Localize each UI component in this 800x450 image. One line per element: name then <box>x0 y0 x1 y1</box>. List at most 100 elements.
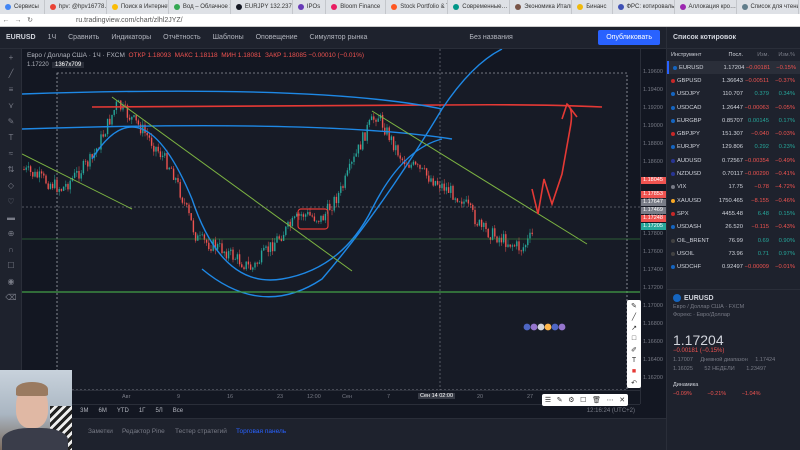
compare-button[interactable]: Сравнить <box>62 27 105 49</box>
lock-drawing-icon[interactable]: ☐ <box>580 396 586 404</box>
bottom-tab[interactable]: Заметки <box>88 428 113 435</box>
browser-tab[interactable]: Поиск в Интернете <box>107 0 169 14</box>
ruler-icon[interactable]: ▬ <box>0 209 22 225</box>
range-button[interactable]: 3М <box>75 408 93 414</box>
watchlist-title[interactable]: Список котировок <box>667 27 800 49</box>
price-chart[interactable]: Евро / Доллар США · 1Ч · FXCM ОТКР 1.180… <box>22 49 640 404</box>
layout-name[interactable]: Без названия <box>463 27 518 49</box>
url-field[interactable]: ru.tradingview.com/chart/zlhl2JYZ/ <box>76 17 183 24</box>
header-last[interactable]: Посл. <box>713 52 744 58</box>
browser-tab[interactable]: Stock Portfolio & Tr… <box>386 0 449 14</box>
undo-icon[interactable]: ↶ <box>627 377 641 388</box>
candle-body <box>445 187 448 191</box>
browser-tab[interactable]: ФРС: котировальны… <box>613 0 675 14</box>
price-tick: 1.18600 <box>643 159 663 165</box>
horizontal-line-icon[interactable]: ≡ <box>0 81 22 97</box>
tab-label: Современные… <box>462 4 508 10</box>
browser-tab[interactable]: Аллокация кро… <box>675 0 737 14</box>
range-button[interactable]: 6М <box>94 408 112 414</box>
candle-body <box>500 237 503 243</box>
browser-tab[interactable]: Вод – Облачное хр… <box>169 0 231 14</box>
heart-icon[interactable]: ♡ <box>0 193 22 209</box>
back-icon[interactable]: ← <box>0 17 12 24</box>
prediction-icon[interactable]: ⇅ <box>0 161 22 177</box>
pen-icon[interactable]: ✐ <box>627 344 641 355</box>
watchlist-row[interactable]: NZDUSD 0.70117 −0.00290 −0.41% <box>667 167 800 180</box>
trash-icon[interactable]: ⌫ <box>0 289 22 305</box>
pitchfork-icon[interactable]: ⋎ <box>0 97 22 113</box>
forward-icon[interactable]: → <box>12 17 24 24</box>
close-icon[interactable]: ✕ <box>619 396 625 404</box>
browser-tab[interactable]: Сервисы <box>0 0 45 14</box>
bottom-tab[interactable]: Тестер стратегий <box>175 428 227 435</box>
line-icon[interactable]: ╱ <box>627 311 641 322</box>
browser-tab[interactable]: Список для чтения <box>737 0 799 14</box>
details-symbol-row[interactable]: EURUSD <box>673 294 795 302</box>
more-icon[interactable]: ⋯ <box>607 396 614 404</box>
browser-tab[interactable]: EURJPY 132.237… <box>231 0 293 14</box>
watchlist-row[interactable]: OIL_BRENT 76.99 0.69 0.90% <box>667 234 800 247</box>
pattern-icon[interactable]: ≈ <box>0 145 22 161</box>
publish-button[interactable]: Опубликовать <box>598 30 660 45</box>
watchlist-row[interactable]: VIX 17.75 −0.78 −4.72% <box>667 181 800 194</box>
watchlist-row[interactable]: GBPUSD 1.36643 −0.00511 −0.37% <box>667 74 800 87</box>
watchlist-row[interactable]: USDCAD 1.26447 −0.00063 −0.05% <box>667 101 800 114</box>
candle-body <box>73 172 76 178</box>
browser-tab[interactable]: Bloom Finance <box>326 0 387 14</box>
bottom-tab[interactable]: Редактор Pine <box>122 428 165 435</box>
watchlist-row[interactable]: USDASH 26.520 −0.115 −0.43% <box>667 221 800 234</box>
range-button[interactable]: Все <box>168 408 188 414</box>
range-button[interactable]: 1Г <box>134 408 151 414</box>
interval-button[interactable]: 1Ч <box>42 27 63 49</box>
red-color-icon[interactable]: ■ <box>627 366 641 377</box>
browser-tab[interactable]: Экономика Итали… <box>510 0 573 14</box>
shapes-icon[interactable]: ◇ <box>0 177 22 193</box>
browser-tab[interactable]: IPOs <box>293 0 327 14</box>
symbol-search-button[interactable]: EURUSD <box>0 27 42 49</box>
templates-button[interactable]: Шаблоны <box>207 27 250 49</box>
replay-button[interactable]: Симулятор рынка <box>304 27 374 49</box>
delete-drawing-icon[interactable]: 🗑 <box>592 396 601 404</box>
ray-icon[interactable]: ↗ <box>627 322 641 333</box>
watchlist-row[interactable]: EURUSD 1.17204 −0.00181 −0.15% <box>667 61 800 75</box>
browser-tab[interactable]: hpv: @hpv16778… <box>45 0 107 14</box>
text-tool-icon[interactable]: T <box>627 355 641 366</box>
watchlist-row[interactable]: AUDUSD 0.72567 −0.00354 −0.49% <box>667 154 800 167</box>
text-icon[interactable]: T <box>0 129 22 145</box>
watchlist-row[interactable]: EURGBP 0.85707 0.00145 0.17% <box>667 114 800 127</box>
price-scale[interactable]: 1.19600 1.19400 1.19200 1.19000 1.18800 1.186… <box>640 49 667 404</box>
reload-icon[interactable]: ↻ <box>24 16 36 24</box>
range-button[interactable]: YTD <box>112 408 134 414</box>
indicators-button[interactable]: Индикаторы <box>105 27 157 49</box>
watchlist-row[interactable]: XAUUSD 1750.465 −8.155 −0.46% <box>667 194 800 207</box>
watchlist-row[interactable]: SPX 4455.48 6.48 0.15% <box>667 207 800 220</box>
browser-tab[interactable]: Бинанс <box>572 0 613 14</box>
zoom-icon[interactable]: ⊕ <box>0 225 22 241</box>
crosshair-icon[interactable]: + <box>0 49 22 65</box>
eye-icon[interactable]: ◉ <box>0 273 22 289</box>
magnet-icon[interactable]: ∩ <box>0 241 22 257</box>
watchlist-row[interactable]: USDJPY 110.707 0.379 0.34% <box>667 88 800 101</box>
trend-line-icon[interactable]: ╱ <box>0 65 22 81</box>
candle-body <box>113 109 115 115</box>
template-icon[interactable]: ☰ <box>545 396 551 404</box>
settings-icon[interactable]: ⚙ <box>568 396 574 404</box>
watchlist-row[interactable]: GBPJPY 151.307 −0.040 −0.03% <box>667 127 800 140</box>
reports-button[interactable]: Отчётность <box>157 27 207 49</box>
header-chg[interactable]: Изм. <box>743 52 769 58</box>
bottom-tab[interactable]: Торговая панель <box>236 428 286 435</box>
watchlist-row[interactable]: EURJPY 129.806 0.292 0.23% <box>667 141 800 154</box>
header-pct[interactable]: Изм.% <box>769 52 795 58</box>
range-button[interactable]: 5Л <box>150 408 167 414</box>
chart-canvas[interactable] <box>22 49 640 390</box>
brush-icon[interactable]: ✎ <box>0 113 22 129</box>
browser-tab[interactable]: Современные… <box>448 0 511 14</box>
lock-icon[interactable]: ☐ <box>0 257 22 273</box>
pencil-icon[interactable]: ✎ <box>627 300 641 311</box>
header-symbol[interactable]: Инструмент <box>671 52 713 58</box>
color-icon[interactable]: ✎ <box>557 396 563 404</box>
rectangle-icon[interactable]: □ <box>627 333 641 344</box>
watchlist-row[interactable]: USOIL 73.96 0.71 0.97% <box>667 247 800 260</box>
alert-button[interactable]: Оповещение <box>250 27 304 49</box>
watchlist-row[interactable]: USDCHF 0.92497 −0.00009 −0.01% <box>667 260 800 273</box>
